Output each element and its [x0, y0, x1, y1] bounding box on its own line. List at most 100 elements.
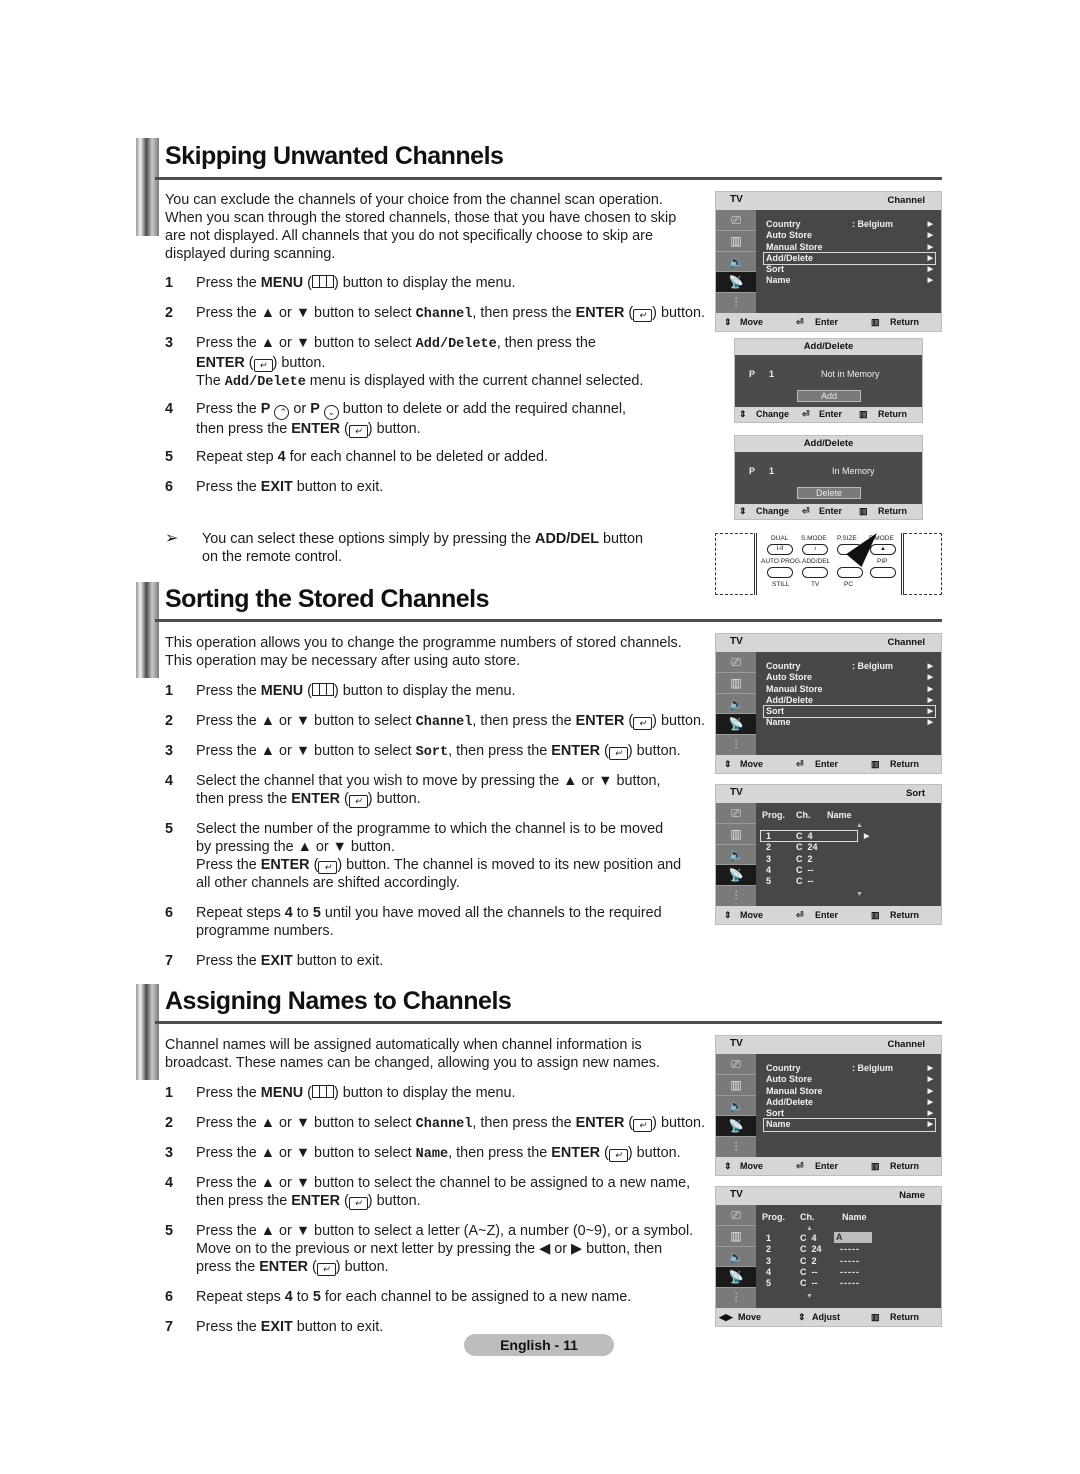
setup-icon[interactable]: ⫶: [716, 886, 756, 907]
section-rule: [155, 619, 942, 622]
auto-prog-button[interactable]: [767, 567, 793, 578]
row-name[interactable]: -----: [840, 1267, 860, 1278]
smode-button[interactable]: ♪: [802, 544, 828, 555]
add-button[interactable]: Add: [797, 390, 861, 402]
menu-item-manual-store[interactable]: Manual Store ▶: [764, 1086, 935, 1097]
menu-item-auto-store[interactable]: Auto Store ▶: [764, 230, 935, 241]
enter-hint: Enter: [819, 506, 843, 516]
picture-icon[interactable]: ▥: [716, 823, 756, 845]
sound-icon[interactable]: 🔈: [716, 251, 756, 273]
row-name[interactable]: -----: [840, 1278, 860, 1289]
tv-label: TV: [730, 636, 743, 647]
step-number: 7: [165, 1319, 174, 1335]
dual-button[interactable]: I-II: [767, 544, 793, 555]
remote-label: STILL: [772, 581, 790, 588]
menu-item-name[interactable]: Name ▶: [764, 275, 935, 286]
setup-icon[interactable]: ⫶: [716, 293, 756, 314]
osd-footer: ⇕ Move ⏎ Enter ▥ Return: [716, 1157, 941, 1175]
menu-item-manual-store[interactable]: Manual Store ▶: [764, 242, 935, 253]
menu-item-auto-store[interactable]: Auto Store ▶: [764, 1074, 935, 1085]
selected-row-outline[interactable]: [760, 830, 858, 842]
setup-icon[interactable]: ⫶: [716, 735, 756, 756]
channel-icon[interactable]: 📡: [716, 272, 756, 294]
input-icon[interactable]: ⎚: [716, 652, 756, 673]
channel-icon[interactable]: 📡: [716, 1116, 756, 1138]
osd-title: Channel: [887, 637, 925, 648]
enter-hint: Enter: [815, 910, 839, 920]
menu-item-country[interactable]: Country: Belgium ▶: [764, 1063, 935, 1074]
step-number: 3: [165, 1145, 174, 1161]
channel-icon[interactable]: 📡: [716, 1267, 756, 1289]
menu-item-manual-store[interactable]: Manual Store ▶: [764, 684, 935, 695]
column-prog: Prog.: [762, 810, 786, 820]
channel-icon[interactable]: 📡: [716, 714, 756, 736]
sound-icon[interactable]: 🔈: [716, 693, 756, 715]
sound-icon[interactable]: 🔈: [716, 1246, 756, 1268]
step-number: 1: [165, 275, 174, 291]
row-prog: 1: [766, 1233, 772, 1243]
menu-item-country[interactable]: Country: Belgium ▶: [764, 219, 935, 230]
remote-label: PC: [844, 581, 854, 588]
menu-item-add-delete[interactable]: Add/Delete ▶: [764, 695, 935, 706]
menu-item-country[interactable]: Country: Belgium ▶: [764, 661, 935, 672]
section-rule: [155, 1021, 942, 1024]
section-bar: [136, 582, 159, 678]
left-right-arrows-icon: ◀▶: [719, 1312, 733, 1322]
menu-item-add-delete[interactable]: Add/Delete ▶: [764, 1097, 935, 1108]
enter-icon: ⏎: [802, 409, 810, 419]
menu-item-sort[interactable]: Sort ▶: [763, 705, 936, 719]
row-name[interactable]: -----: [840, 1244, 860, 1255]
row-channel: C 2: [796, 853, 813, 864]
sound-icon[interactable]: 🔈: [716, 1095, 756, 1117]
setup-icon[interactable]: ⫶: [716, 1288, 756, 1309]
memory-status: Not in Memory: [821, 369, 880, 379]
step-text: Select the number of the programme to wh…: [196, 821, 682, 891]
picture-icon[interactable]: ▥: [716, 1225, 756, 1247]
chevron-right-icon: ▶: [927, 277, 933, 285]
step-number: 6: [165, 1289, 174, 1305]
row-name[interactable]: A: [834, 1232, 872, 1243]
add-del-button[interactable]: [802, 567, 828, 578]
menu-item-sort[interactable]: Sort ▶: [764, 264, 935, 275]
channel-icon[interactable]: 📡: [716, 865, 756, 887]
osd-sidebar: ⎚ ▥ 🔈 📡 ⫶: [716, 652, 756, 756]
step-number: 5: [165, 449, 174, 465]
step-number: 4: [165, 1175, 174, 1191]
input-icon[interactable]: ⎚: [716, 210, 756, 231]
picture-icon[interactable]: ▥: [716, 672, 756, 694]
intro-line: This operation allows you to change the …: [165, 635, 682, 651]
picture-icon[interactable]: ▥: [716, 230, 756, 252]
row-name[interactable]: -----: [840, 1256, 860, 1267]
enter-icon: ⏎: [802, 506, 810, 516]
menu-item-sort[interactable]: Sort ▶: [764, 1108, 935, 1119]
input-icon[interactable]: ⎚: [716, 1054, 756, 1075]
scroll-down-icon[interactable]: ▼: [856, 889, 863, 900]
menu-item-add-delete[interactable]: Add/Delete ▶: [763, 251, 936, 266]
setup-icon[interactable]: ⫶: [716, 1137, 756, 1158]
section-intro: You can exclude the channels of your cho…: [165, 191, 710, 263]
chevron-right-icon: ▶: [927, 1121, 933, 1129]
menu-item-label: Country: [766, 1063, 801, 1073]
osd-header: TV Channel: [716, 1036, 941, 1054]
osd-sidebar: ⎚ ▥ 🔈 📡 ⫶: [716, 1054, 756, 1158]
remote-button[interactable]: [837, 567, 863, 578]
picture-icon[interactable]: ▥: [716, 1074, 756, 1096]
step-text: Press the MENU () button to display the …: [196, 683, 516, 699]
menu-item-name[interactable]: Name ▶: [764, 717, 935, 728]
step-number: 3: [165, 335, 174, 351]
menu-item-auto-store[interactable]: Auto Store ▶: [764, 672, 935, 683]
chevron-right-icon: ▶: [927, 1098, 933, 1106]
input-icon[interactable]: ⎚: [716, 1205, 756, 1226]
scroll-down-icon[interactable]: ▼: [806, 1291, 813, 1302]
menu-icon: ▥: [871, 1161, 880, 1171]
up-down-arrows-icon: ⇕: [724, 759, 732, 769]
pip-button[interactable]: [870, 567, 896, 578]
input-icon[interactable]: ⎚: [716, 803, 756, 824]
step-text: Press the MENU () button to display the …: [196, 1085, 516, 1101]
chevron-right-icon: ▶: [927, 663, 933, 670]
sound-icon[interactable]: 🔈: [716, 844, 756, 866]
menu-item-name[interactable]: Name ▶: [763, 1118, 936, 1132]
channel-menu-list: Country: Belgium ▶ Auto Store ▶ Manual Store…: [763, 1063, 936, 1132]
return-hint: Return: [890, 1161, 919, 1171]
delete-button[interactable]: Delete: [797, 487, 861, 499]
